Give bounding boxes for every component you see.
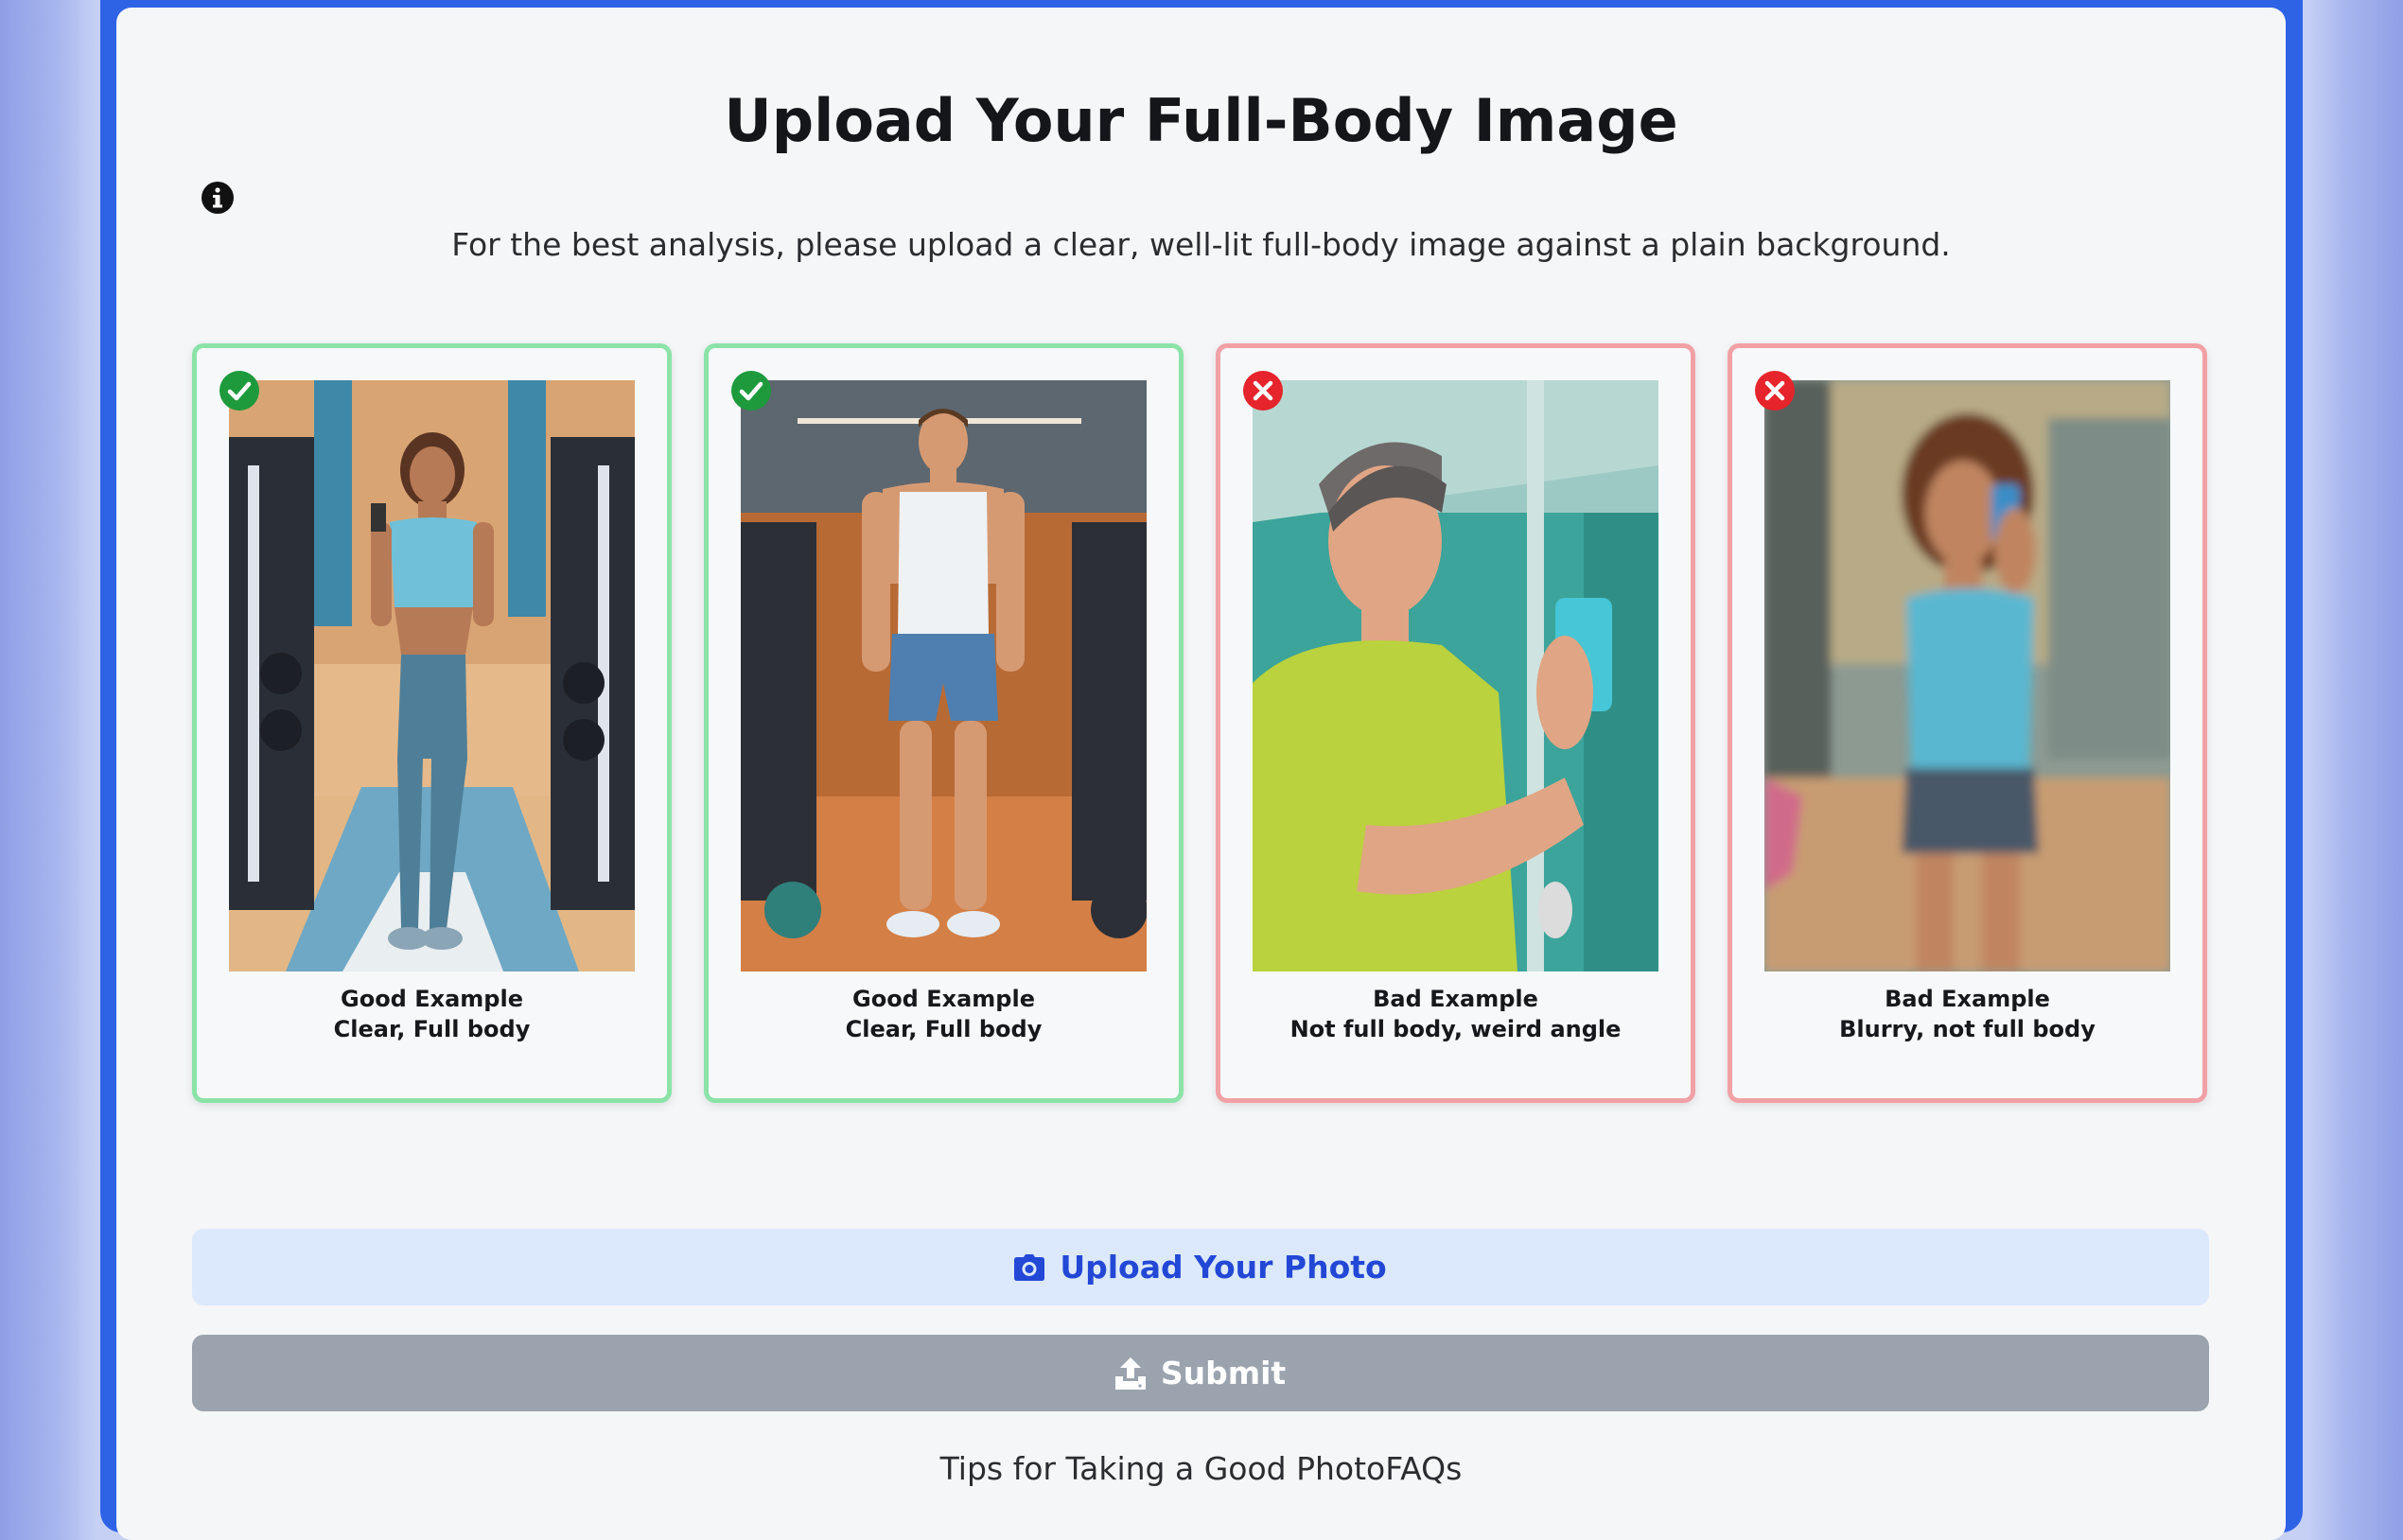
example-label: Bad Example — [1885, 986, 2050, 1012]
check-icon — [730, 370, 772, 411]
example-label: Bad Example — [1373, 986, 1538, 1012]
example-card-good-2: Good Example Clear, Full body — [704, 343, 1184, 1103]
example-card-good-1: Good Example Clear, Full body — [192, 343, 672, 1103]
example-caption: Clear, Full body — [333, 1016, 531, 1042]
example-caption: Blurry, not full body — [1839, 1016, 2096, 1042]
example-caption: Clear, Full body — [845, 1016, 1043, 1042]
example-photo-man-selfie — [1253, 380, 1658, 971]
check-icon — [219, 370, 260, 411]
example-photo-man-gym — [741, 380, 1147, 971]
example-label: Good Example — [341, 986, 523, 1012]
upload-icon — [1114, 1356, 1146, 1390]
example-caption: Not full body, weird angle — [1289, 1016, 1622, 1042]
faqs-link[interactable]: FAQs — [1385, 1450, 1462, 1487]
tips-link[interactable]: Tips for Taking a Good Photo — [940, 1450, 1386, 1487]
x-icon — [1242, 370, 1284, 411]
example-card-bad-1: Bad Example Not full body, weird angle — [1216, 343, 1695, 1103]
example-label: Good Example — [852, 986, 1035, 1012]
upload-photo-label: Upload Your Photo — [1060, 1249, 1387, 1286]
upload-panel: Upload Your Full-Body Image For the best… — [116, 8, 2286, 1540]
camera-icon — [1014, 1253, 1045, 1281]
example-photo-woman-gym — [229, 380, 635, 971]
page-title: Upload Your Full-Body Image — [724, 86, 1678, 155]
example-card-bad-2: Bad Example Blurry, not full body — [1728, 343, 2207, 1103]
example-photo-woman-blurry — [1764, 380, 2170, 971]
page-subtitle: For the best analysis, please upload a c… — [451, 226, 1951, 263]
submit-label: Submit — [1160, 1355, 1287, 1391]
x-icon — [1754, 370, 1796, 411]
info-icon[interactable] — [201, 181, 235, 215]
footer-links: Tips for Taking a Good PhotoFAQs — [116, 1445, 2286, 1493]
submit-button[interactable]: Submit — [192, 1335, 2209, 1411]
upload-photo-button[interactable]: Upload Your Photo — [192, 1229, 2209, 1305]
